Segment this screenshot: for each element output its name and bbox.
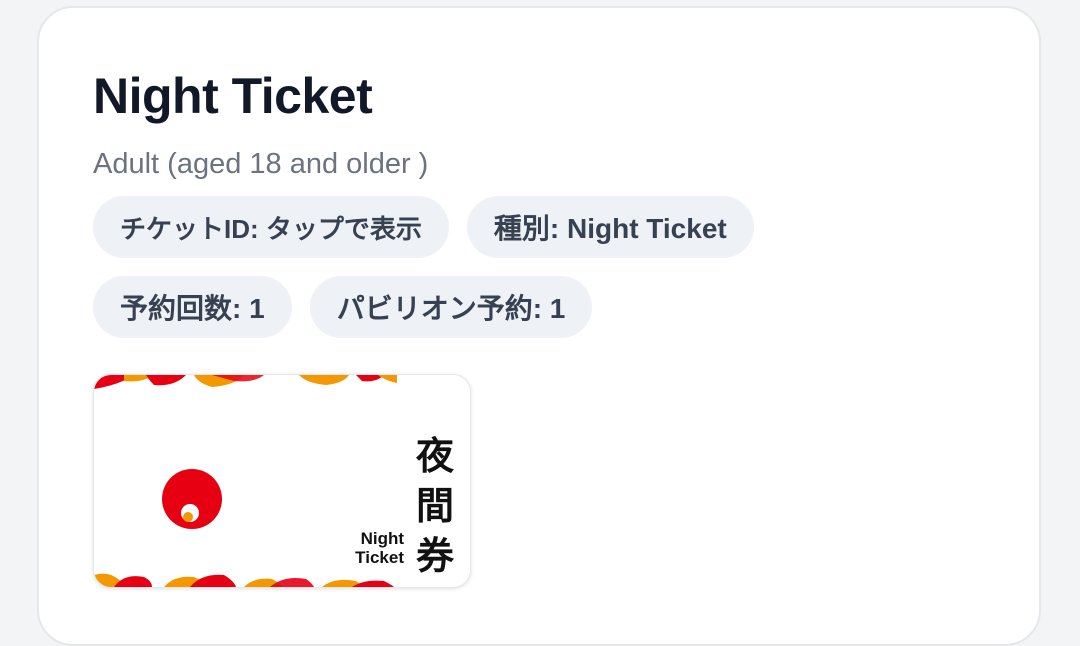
night-label-line: Night [360, 529, 404, 548]
kanji-vertical-text: 夜 間 券 [416, 431, 454, 581]
night-ticket-label: Night Ticket [355, 529, 404, 567]
ticket-card[interactable]: Night Ticket Adult (aged 18 and older ) … [37, 6, 1041, 646]
ticket-title: Night Ticket [93, 68, 373, 124]
reservation-count-chip: 予約回数: 1 [93, 276, 292, 338]
ticket-artwork [94, 375, 397, 587]
chip-row: 予約回数: 1 パビリオン予約: 1 [93, 276, 593, 338]
chip-row: チケットID: タップで表示 種別: Night Ticket [93, 196, 754, 258]
ticket-type-chip: 種別: Night Ticket [466, 196, 754, 258]
ticket-subtitle: Adult (aged 18 and older ) [93, 148, 429, 180]
ticket-id-chip[interactable]: チケットID: タップで表示 [93, 196, 449, 258]
kanji-char: 間 [415, 484, 454, 528]
ticket-image[interactable]: 夜 間 券 Night Ticket [93, 374, 471, 588]
kanji-char: 券 [415, 534, 454, 578]
ticket-label-line: Ticket [355, 548, 404, 567]
kanji-char: 夜 [415, 434, 454, 478]
pavilion-reservation-chip: パビリオン予約: 1 [309, 276, 593, 338]
